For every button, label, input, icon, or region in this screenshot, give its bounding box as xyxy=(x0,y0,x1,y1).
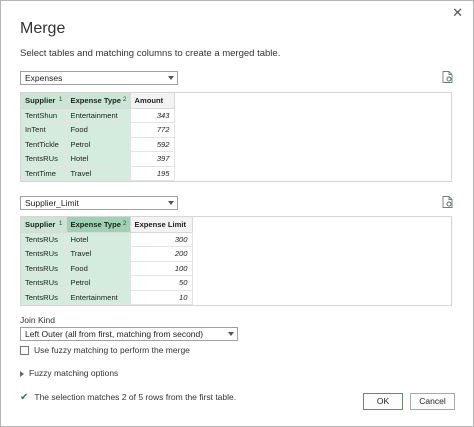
match-status: ✔ The selection matches 2 of 5 rows from … xyxy=(20,392,236,403)
table-row: TentsRUs Food 100 xyxy=(21,261,193,276)
table-row: TentsRUs Petrol 50 xyxy=(21,275,193,291)
table-row: TentTickle Petrol 592 xyxy=(21,137,175,152)
close-icon[interactable]: ✕ xyxy=(452,6,463,19)
table-row: TentsRUs Hotel 397 xyxy=(21,151,175,167)
chevron-down-icon xyxy=(168,201,174,205)
second-table-select-value: Supplier_Limit xyxy=(25,198,79,208)
column-header-amount[interactable]: Amount xyxy=(130,93,175,109)
table-row: TentsRUs Travel 200 xyxy=(21,246,193,262)
ok-button[interactable]: OK xyxy=(363,393,403,410)
dialog-subtitle: Select tables and matching columns to cr… xyxy=(20,48,281,59)
second-table-preview: Supplier 1 Expense Type 2 Expense Limit Te… xyxy=(20,216,452,306)
column-header-expense-type[interactable]: Expense Type 2 xyxy=(66,217,131,233)
first-table-select-value: Expenses xyxy=(25,73,63,83)
column-header-expense-type[interactable]: Expense Type 2 xyxy=(66,93,131,109)
join-kind-select-value: Left Outer (all from first, matching fro… xyxy=(25,329,204,339)
table-row: TentsRUs Hotel 300 xyxy=(21,232,193,247)
fuzzy-options-expander[interactable]: Fuzzy matching options xyxy=(20,368,118,378)
dialog-title: Merge xyxy=(20,20,66,37)
merge-dialog: ✕ Merge Select tables and matching colum… xyxy=(0,0,474,427)
join-kind-select[interactable]: Left Outer (all from first, matching fro… xyxy=(20,327,238,341)
second-table-grid: Supplier 1 Expense Type 2 Expense Limit Te… xyxy=(21,217,193,305)
chevron-down-icon xyxy=(228,332,234,336)
fuzzy-options-label: Fuzzy matching options xyxy=(29,368,119,378)
file-refresh-icon[interactable] xyxy=(442,71,453,83)
match-status-text: The selection matches 2 of 5 rows from t… xyxy=(34,392,237,402)
column-header-supplier[interactable]: Supplier 1 xyxy=(21,93,67,109)
join-kind-label: Join Kind xyxy=(20,315,55,325)
chevron-down-icon xyxy=(168,76,174,80)
first-table-select[interactable]: Expenses xyxy=(20,71,178,85)
table-row: InTent Food 772 xyxy=(21,122,175,138)
table-row: TentsRUs Entertainment 10 xyxy=(21,290,193,305)
first-table-preview: Supplier 1 Expense Type 2 Amount TentShun … xyxy=(20,92,452,182)
column-header-supplier[interactable]: Supplier 1 xyxy=(21,217,67,233)
fuzzy-matching-label: Use fuzzy matching to perform the merge xyxy=(34,345,190,355)
first-table-grid: Supplier 1 Expense Type 2 Amount TentShun … xyxy=(21,93,175,181)
table-row: TentTime Travel 195 xyxy=(21,166,175,181)
checkmark-icon: ✔ xyxy=(20,392,29,403)
chevron-right-icon xyxy=(20,370,24,377)
file-refresh-icon[interactable] xyxy=(442,196,453,208)
fuzzy-matching-checkbox[interactable] xyxy=(20,346,29,355)
column-header-expense-limit[interactable]: Expense Limit xyxy=(130,217,193,233)
table-row: TentShun Entertainment 343 xyxy=(21,108,175,123)
second-table-select[interactable]: Supplier_Limit xyxy=(20,196,178,210)
cancel-button[interactable]: Cancel xyxy=(410,393,455,410)
